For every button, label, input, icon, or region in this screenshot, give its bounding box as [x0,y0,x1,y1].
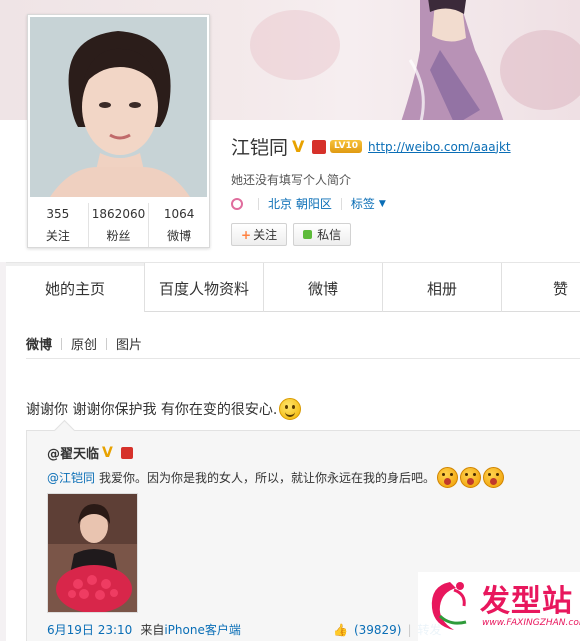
watermark-url: www.FAXINGZHAN.com [482,618,580,628]
profile-bio: 她还没有填写个人简介 [231,173,352,187]
source-prefix: 来自 [140,623,165,637]
post-text: 谢谢你 谢谢你保护我 有你在变的很安心. [26,402,278,418]
quote-text: 我爱你。因为你是我的女人，所以，就让你永远在我的身后吧。 [99,471,436,485]
location-link[interactable]: 北京 朝阳区 [268,195,332,212]
avatar-card: 355 关注 1862060 粉丝 1064 微博 [27,14,210,248]
tags-link[interactable]: 标签 [351,195,375,212]
stat-following[interactable]: 355 关注 [28,203,89,247]
stat-posts[interactable]: 1064 微博 [149,203,209,247]
profile-actions: + 关注 私信 [231,223,352,246]
stat-label: 粉丝 [106,229,131,243]
tab-weibo[interactable]: 微博 [264,263,383,313]
tab-likes[interactable]: 赞 [502,263,580,313]
verified-icon[interactable]: V [292,138,308,155]
profile-tabs: 她的主页 百度人物资料 微博 相册 赞 [6,262,580,313]
stat-value: 1862060 [91,207,146,221]
watermark-logo-icon [431,582,467,630]
divider [61,337,63,350]
mention-link[interactable]: @江铠同 [47,469,95,486]
divider: | [407,622,412,637]
like-icon[interactable]: 👍 [333,623,348,637]
message-button[interactable]: 私信 [293,223,352,246]
chevron-down-icon[interactable]: ▼ [379,199,386,209]
quote-source: 来自iPhone客户端 [140,621,241,638]
divider [106,337,108,350]
source-link[interactable]: iPhone客户端 [164,623,241,637]
tab-baidu-profile[interactable]: 百度人物资料 [145,263,264,313]
stat-label: 关注 [45,229,70,243]
filter-images[interactable]: 图片 [116,334,142,353]
vip-level-badge[interactable]: LV10 [330,140,363,153]
profile-name-row: 江铠同 V LV10 http://weibo.com/aaajkt [231,133,511,160]
site-watermark: 发型站 www.FAXINGZHAN.com [418,572,580,641]
divider [26,358,580,359]
like-count[interactable]: (39829) [354,623,402,637]
shocked-emoji-icon [437,467,459,488]
banner-decoration [250,10,340,80]
avatar[interactable] [30,17,207,197]
banner-illustration [400,0,505,125]
follow-button[interactable]: + 关注 [231,223,288,246]
plus-icon: + [241,227,252,242]
message-icon [303,230,313,239]
profile-stats: 355 关注 1862060 粉丝 1064 微博 [28,203,209,247]
quote-content: @江铠同 我爱你。因为你是我的女人，所以，就让你永远在我的身后吧。 [47,467,505,488]
stat-followers[interactable]: 1862060 粉丝 [89,203,150,247]
shocked-emoji-icon [483,467,505,488]
verified-icon[interactable]: V [102,445,118,461]
shocked-emoji-icon [460,467,482,488]
profile-meta-row: 北京 朝阳区 标签 ▼ [231,195,386,212]
tab-album[interactable]: 相册 [383,263,502,313]
smile-emoji-icon [279,398,302,420]
stat-value: 355 [46,207,70,221]
divider [340,197,342,210]
quote-timestamp-link[interactable]: 6月19日 23:10 [47,621,132,638]
message-button-label: 私信 [317,228,342,242]
profile-url-link[interactable]: http://weibo.com/aaajkt [368,140,511,154]
watermark-text: 发型站 [480,584,573,619]
feed-filter-nav: 微博 原创 图片 [26,334,142,353]
post-content: 谢谢你 谢谢你保护我 有你在变的很安心. [26,398,302,420]
filter-original[interactable]: 原创 [71,334,97,353]
quote-author-row: @翟天临 V [47,443,134,462]
quote-image-thumbnail[interactable] [47,493,138,613]
tab-home[interactable]: 她的主页 [6,263,145,313]
filter-all[interactable]: 微博 [26,334,52,353]
stat-value: 1064 [163,207,195,221]
gender-female-icon [231,197,243,210]
weibo-badge-icon[interactable] [121,446,134,459]
quote-author-link[interactable]: @翟天临 [47,443,99,462]
profile-name: 江铠同 [231,137,289,159]
stat-label: 微博 [167,229,192,243]
weibo-badge-icon[interactable] [312,139,327,154]
quote-meta: 6月19日 23:10 来自iPhone客户端 [47,621,241,638]
follow-button-label: 关注 [253,228,278,242]
divider [258,197,259,210]
